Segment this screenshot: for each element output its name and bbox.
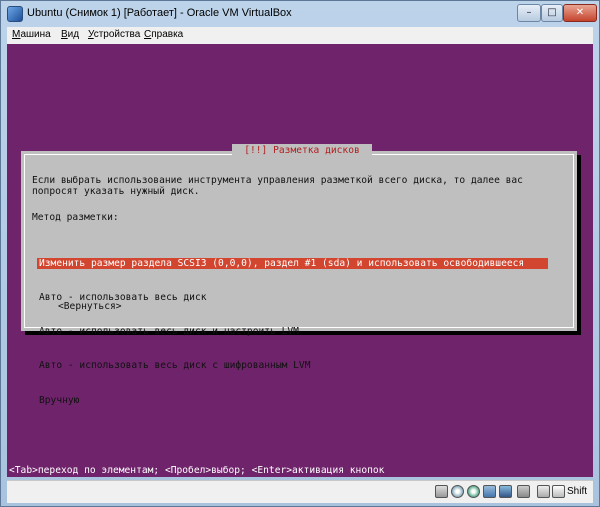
option-resize-partition[interactable]: Изменить размер раздела SCSI3 (0,0,0), р…	[37, 257, 548, 270]
mouse-integration-icon[interactable]	[537, 485, 550, 498]
menu-bar: Машина Вид Устройства Справка	[7, 27, 593, 44]
dialog-title: [!!] Разметка дисков	[232, 144, 372, 158]
menu-machine[interactable]: Машина	[12, 29, 51, 40]
usb-icon[interactable]	[467, 485, 480, 498]
option-auto-lvm[interactable]: Авто - использовать весь диск и настроит…	[37, 326, 548, 337]
display-icon[interactable]	[517, 485, 530, 498]
cd-drive-icon[interactable]	[451, 485, 464, 498]
back-button[interactable]: <Вернуться>	[58, 301, 122, 312]
network-icon[interactable]	[483, 485, 496, 498]
shared-folder-icon[interactable]	[499, 485, 512, 498]
menu-view[interactable]: Вид	[61, 29, 79, 40]
virtualbox-app-icon	[7, 6, 23, 22]
vm-screen[interactable]: [!!] Разметка дисков Если выбрать исполь…	[7, 44, 593, 477]
close-button[interactable]: ✕	[563, 4, 597, 22]
menu-help[interactable]: Справка	[144, 29, 183, 40]
partition-dialog: [!!] Разметка дисков Если выбрать исполь…	[21, 144, 577, 406]
maximize-button[interactable]: □	[541, 4, 563, 22]
vm-status-bar: Shift	[7, 480, 593, 503]
virtualbox-window: Ubuntu (Снимок 1) [Работает] - Oracle VM…	[0, 0, 600, 507]
title-bar[interactable]: Ubuntu (Снимок 1) [Работает] - Oracle VM…	[1, 1, 599, 27]
host-key-icon	[552, 485, 565, 498]
hard-disk-icon[interactable]	[435, 485, 448, 498]
menu-devices[interactable]: Устройства	[88, 29, 140, 40]
option-manual[interactable]: Вручную	[37, 395, 548, 406]
minimize-button[interactable]: –	[517, 4, 541, 22]
partition-method-label: Метод разметки:	[32, 212, 119, 223]
window-title: Ubuntu (Снимок 1) [Работает] - Oracle VM…	[27, 7, 292, 19]
option-auto-encrypted-lvm[interactable]: Авто - использовать весь диск с шифрован…	[37, 360, 548, 371]
dialog-description: Если выбрать использование инструмента у…	[32, 175, 523, 198]
partition-options-list: Изменить размер раздела SCSI3 (0,0,0), р…	[37, 235, 548, 429]
host-key-label: Shift	[567, 486, 588, 497]
installer-status-line: <Tab>переход по элементам; <Пробел>выбор…	[9, 465, 385, 476]
